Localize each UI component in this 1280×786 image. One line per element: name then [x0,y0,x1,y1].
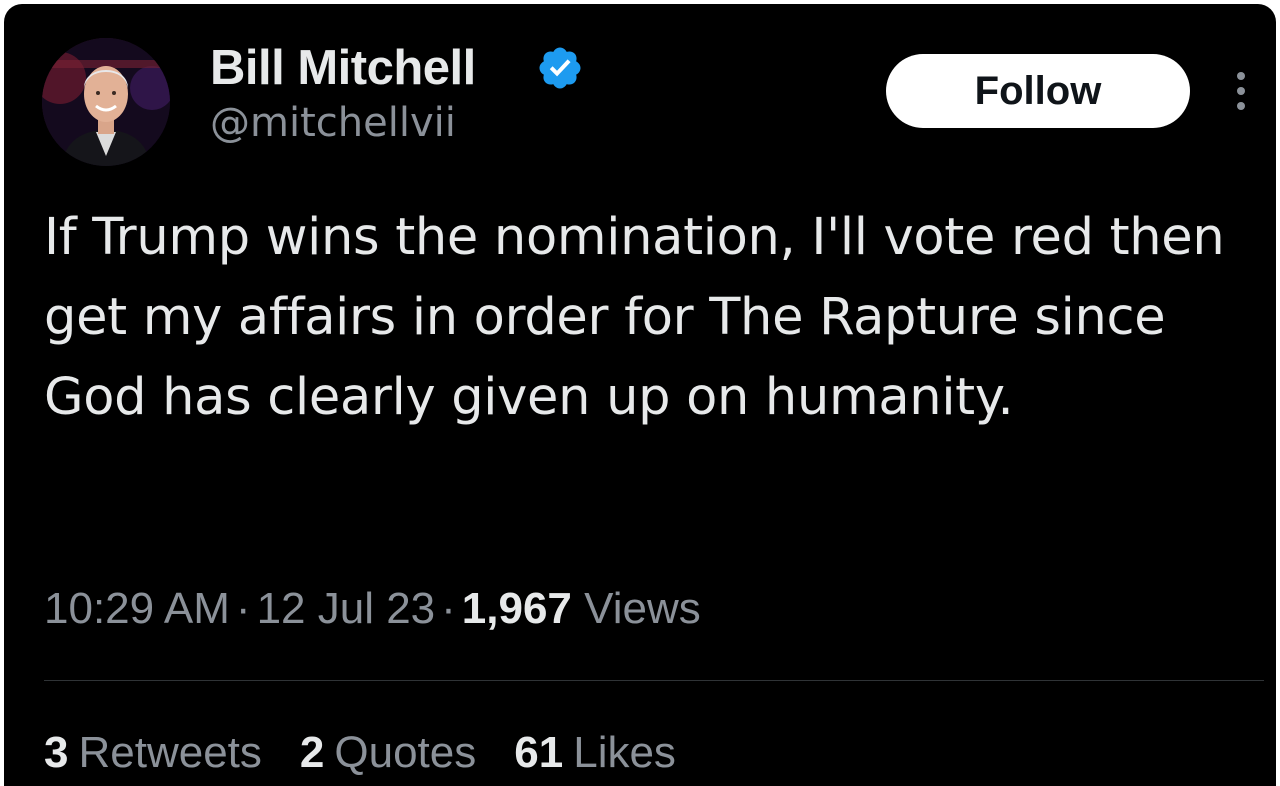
likes-label: Likes [573,728,676,777]
display-name[interactable]: Bill Mitchell [210,40,476,96]
tweet-time[interactable]: 10:29 AM [44,584,230,633]
meta-separator: · [441,584,456,633]
tweet-text: If Trump wins the nomination, I'll vote … [44,208,1225,427]
divider [44,680,1264,681]
more-vertical-icon [1237,72,1245,80]
retweets-label: Retweets [78,728,262,777]
tweet-card: Bill Mitchell @mitchellvii Follow If Tru… [4,4,1276,786]
quotes-count: 2 [299,728,325,777]
likes-count: 61 [514,728,564,777]
retweets-count: 3 [44,728,69,777]
views-count: 1,967 [461,584,572,633]
likes-stat[interactable]: 61 Likes [514,728,676,778]
profile-photo [42,38,170,166]
follow-button[interactable]: Follow [886,54,1190,128]
verified-badge-icon [536,44,584,92]
more-options-button[interactable] [1226,68,1256,114]
tweet-date[interactable]: 12 Jul 23 [257,584,436,633]
quotes-label: Quotes [334,728,477,777]
avatar[interactable] [42,38,170,166]
quotes-stat[interactable]: 2 Quotes [300,728,476,778]
user-handle[interactable]: @mitchellvii [210,100,456,146]
tweet-meta: 10:29 AM · 12 Jul 23 · 1,967 Views [44,584,701,634]
engagement-stats: 3 Retweets 2 Quotes 61 Likes [44,728,714,778]
retweets-stat[interactable]: 3 Retweets [44,728,262,778]
views-label: Views [584,584,701,633]
meta-separator: · [235,584,251,633]
